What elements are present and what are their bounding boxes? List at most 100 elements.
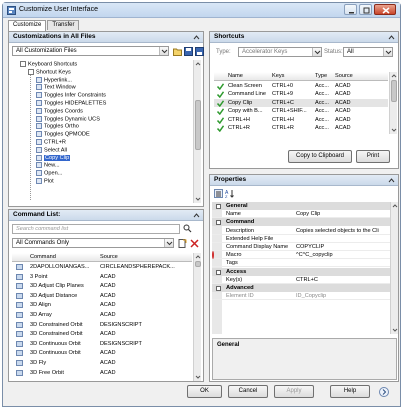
property-value[interactable]: Copy Clip: [296, 210, 320, 218]
tree-item[interactable]: Open...: [36, 170, 62, 178]
tree-item[interactable]: Toggles HIDEPALETTES: [36, 100, 106, 108]
column-source[interactable]: Source: [335, 72, 353, 81]
property-row[interactable]: Name Copy Clip: [212, 210, 390, 219]
command-list-row[interactable]: 3D Constrained Orbit ACAD: [12, 330, 192, 338]
command-list-row[interactable]: 3D Adjust Clip Planes ACAD: [12, 282, 192, 290]
tree-item[interactable]: Toggles Coords: [36, 107, 83, 116]
collapse-icon[interactable]: [216, 286, 221, 291]
column-keys[interactable]: Keys: [272, 72, 284, 81]
collapse-icon[interactable]: [193, 212, 200, 219]
properties-scrollbar[interactable]: [390, 202, 398, 334]
command-list-row[interactable]: 3D Free Orbit ACAD: [12, 369, 192, 377]
tree-item[interactable]: Hyperlink...: [36, 76, 72, 85]
shortcut-status-select[interactable]: All: [343, 47, 393, 57]
tree-item[interactable]: Plot: [36, 178, 54, 186]
scroll-up-icon[interactable]: [195, 61, 201, 67]
tree-item[interactable]: Copy Clip: [36, 154, 71, 163]
shortcut-row[interactable]: Command Line CTRL+9 Acc... ACAD: [214, 90, 388, 99]
scroll-down-icon[interactable]: [195, 374, 201, 380]
shortcut-row[interactable]: Clean Screen CTRL+0 Acc... ACAD: [214, 82, 388, 90]
collapse-icon[interactable]: [216, 220, 221, 226]
shortcut-row[interactable]: Copy with B... CTRL+SHIF... Acc... ACAD: [214, 107, 388, 116]
maximize-button[interactable]: [359, 4, 372, 15]
scroll-up-icon[interactable]: [195, 254, 201, 260]
scroll-up-icon[interactable]: [392, 203, 398, 209]
new-command-icon[interactable]: [178, 239, 187, 248]
collapse-icon[interactable]: [216, 204, 221, 209]
close-button[interactable]: [374, 4, 396, 15]
property-value[interactable]: ^C^C_copyclip: [296, 251, 333, 259]
ok-button[interactable]: OK: [187, 385, 222, 398]
property-row[interactable]: Macro ^C^C_copyclip: [212, 251, 390, 260]
tree-item[interactable]: Toggles QPMODE: [36, 131, 90, 139]
tree-item[interactable]: Toggles Dynamic UCS: [36, 115, 100, 124]
help-button[interactable]: Help: [330, 385, 370, 398]
command-filter-select[interactable]: All Commands Only: [12, 238, 174, 248]
expand-dialog-icon[interactable]: [379, 387, 389, 397]
minimize-button[interactable]: [344, 4, 357, 15]
property-value[interactable]: ID_Copyclip: [296, 292, 326, 300]
print-button[interactable]: Print: [356, 150, 390, 163]
load-partial-icon[interactable]: [195, 47, 204, 56]
command-list-row[interactable]: 3 Point ACAD: [12, 273, 192, 281]
command-list-row[interactable]: 3D Continuous Orbit DESIGNSCRIPT: [12, 340, 192, 348]
collapse-icon[interactable]: [216, 269, 221, 275]
search-icon[interactable]: [183, 224, 192, 233]
save-icon[interactable]: [184, 47, 193, 56]
tree-item[interactable]: Shortcut Keys: [28, 68, 71, 77]
column-command[interactable]: Command: [30, 253, 56, 262]
property-row[interactable]: Element ID ID_Copyclip: [212, 292, 390, 301]
scroll-down-icon[interactable]: [392, 327, 398, 333]
tree-item[interactable]: New...: [36, 162, 60, 170]
collapse-icon[interactable]: [388, 177, 395, 184]
property-row[interactable]: Extended Help File: [212, 235, 390, 243]
command-search-input[interactable]: Search command list: [12, 224, 180, 234]
scroll-up-icon[interactable]: [391, 73, 397, 79]
command-list-scrollbar[interactable]: [193, 253, 201, 381]
shortcut-row[interactable]: CTRL+H CTRL+H Acc... ACAD: [214, 116, 388, 124]
copy-to-clipboard-button[interactable]: Copy to Clipboard: [288, 150, 352, 163]
command-list-row[interactable]: 3D Array ACAD: [12, 311, 192, 319]
collapse-icon[interactable]: [193, 34, 200, 41]
property-category[interactable]: General: [212, 202, 390, 210]
tree-item[interactable]: Text Window: [36, 84, 76, 92]
column-source[interactable]: Source: [100, 253, 118, 262]
collapse-icon[interactable]: [388, 34, 395, 41]
delete-command-icon[interactable]: [190, 239, 199, 248]
property-category[interactable]: Command: [212, 218, 390, 227]
command-list-row[interactable]: 3D Constrained Orbit DESIGNSCRIPT: [12, 321, 192, 329]
shortcut-row[interactable]: CTRL+R CTRL+R Acc... ACAD: [214, 124, 388, 132]
command-list-row[interactable]: 3D Fly ACAD: [12, 359, 192, 367]
tree-item[interactable]: Select All: [36, 146, 67, 155]
property-value[interactable]: CTRL+C: [296, 276, 318, 284]
tab-transfer[interactable]: Transfer: [47, 20, 80, 30]
categorized-view-icon[interactable]: [214, 189, 223, 198]
command-list-row[interactable]: 3D Continuous Orbit ACAD: [12, 349, 192, 357]
command-list-row[interactable]: 2DAPOLLONIANGAS... CIRCLEANDSPHEREPACK...: [12, 263, 192, 271]
tree-item[interactable]: Keyboard Shortcuts: [20, 61, 77, 69]
column-type[interactable]: Type: [315, 72, 327, 81]
open-file-icon[interactable]: [173, 47, 182, 56]
tree-item[interactable]: Toggles Ortho: [36, 123, 79, 131]
property-category[interactable]: Advanced: [212, 284, 390, 292]
scroll-down-icon[interactable]: [195, 196, 201, 202]
column-name[interactable]: Name: [228, 72, 243, 81]
property-value[interactable]: COPYCLIP: [296, 243, 324, 251]
tree-item[interactable]: Toggles Infer Constraints: [36, 92, 106, 100]
property-category[interactable]: Access: [212, 267, 390, 276]
property-value[interactable]: Copies selected objects to the Cli: [296, 227, 379, 235]
property-row[interactable]: Description Copies selected objects to th…: [212, 227, 390, 235]
customization-file-select[interactable]: All Customization Files: [12, 46, 169, 56]
property-row[interactable]: Tags: [212, 259, 390, 268]
cancel-button[interactable]: Cancel: [228, 385, 268, 398]
property-row[interactable]: Command Display Name COPYCLIP: [212, 243, 390, 251]
shortcut-type-select[interactable]: Accelerator Keys: [238, 47, 322, 57]
alphabetical-sort-icon[interactable]: A Z: [225, 189, 234, 198]
tree-item[interactable]: CTRL+R: [36, 139, 66, 147]
property-row[interactable]: Key(s) CTRL+C: [212, 276, 390, 284]
apply-button[interactable]: Apply: [274, 385, 314, 398]
shortcut-row[interactable]: Copy Clip CTRL+C Acc... ACAD: [214, 98, 388, 107]
scroll-down-icon[interactable]: [391, 127, 397, 133]
command-list-row[interactable]: 3D Adjust Distance ACAD: [12, 292, 192, 300]
shortcuts-scrollbar[interactable]: [389, 72, 397, 134]
